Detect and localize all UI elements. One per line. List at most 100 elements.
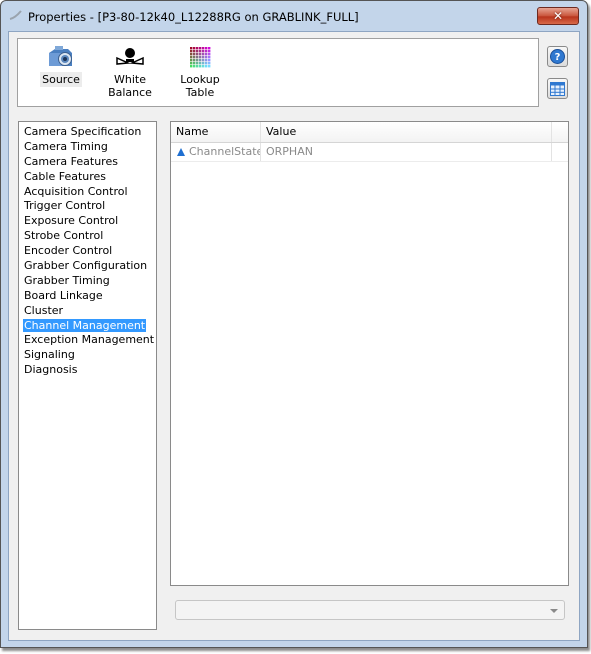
lut-cell <box>199 62 202 65</box>
category-item[interactable]: Exposure Control <box>19 214 156 229</box>
category-label: Camera Features <box>24 154 118 168</box>
lut-cell <box>205 47 208 50</box>
category-item[interactable]: Camera Specification <box>19 125 156 140</box>
lut-cell <box>196 62 199 65</box>
tool-label: Source <box>40 72 82 87</box>
lut-cell <box>208 59 211 62</box>
category-item[interactable]: Board Linkage <box>19 289 156 304</box>
value-combobox[interactable] <box>175 600 565 620</box>
category-item[interactable]: Grabber Timing <box>19 274 156 289</box>
category-label: Strobe Control <box>24 229 104 243</box>
category-item[interactable]: Grabber Configuration <box>19 259 156 274</box>
lut-cell <box>202 56 205 59</box>
properties-window: Properties - [P3-80-12k40_L12288RG on GR… <box>0 0 588 648</box>
column-header-value[interactable]: Value <box>261 122 552 142</box>
category-label: Exception Management <box>24 333 155 347</box>
close-icon: ✕ <box>552 9 564 23</box>
category-label: Cable Features <box>24 169 107 183</box>
help-button[interactable]: ? <box>547 46 568 67</box>
lut-cell <box>190 50 193 53</box>
category-label: Grabber Configuration <box>24 259 148 273</box>
lut-cell <box>193 50 196 53</box>
lut-cell <box>205 62 208 65</box>
lut-cell <box>193 62 196 65</box>
category-item[interactable]: Cluster <box>19 304 156 319</box>
category-label: Cluster <box>24 303 64 317</box>
category-item[interactable]: Encoder Control <box>19 244 156 259</box>
lut-cell <box>205 53 208 56</box>
table-row[interactable]: ChannelState ORPHAN <box>171 143 568 162</box>
column-header-name[interactable]: Name <box>171 122 261 142</box>
chevron-down-icon[interactable] <box>550 609 558 613</box>
lut-cell <box>202 47 205 50</box>
title-bar[interactable]: Properties - [P3-80-12k40_L12288RG on GR… <box>1 1 587 31</box>
lut-cell <box>208 65 211 68</box>
triangle-icon <box>177 148 185 156</box>
lut-cell <box>208 62 211 65</box>
lut-cell <box>199 47 202 50</box>
app-icon <box>9 10 22 20</box>
white-balance-icon <box>116 48 144 65</box>
lut-cell <box>202 59 205 62</box>
category-item[interactable]: Acquisition Control <box>19 185 156 200</box>
help-icon: ? <box>550 49 565 64</box>
tool-lookup-table[interactable]: Lookup Table <box>170 43 230 99</box>
lut-cell <box>205 50 208 53</box>
lut-cell <box>202 65 205 68</box>
lut-cell <box>190 56 193 59</box>
camera-icon <box>49 46 72 66</box>
tool-source[interactable]: Source <box>31 43 91 87</box>
table-icon <box>550 81 565 96</box>
window-title: Properties - [P3-80-12k40_L12288RG on GR… <box>28 10 359 24</box>
category-item[interactable]: Exception Management <box>19 333 156 348</box>
property-name: ChannelState <box>189 145 261 158</box>
lut-cell <box>196 50 199 53</box>
client-area: Source White Balance Lookup Table ? Came… <box>8 31 580 641</box>
lut-cell <box>196 47 199 50</box>
category-label: Camera Specification <box>24 125 142 138</box>
lut-cell <box>193 53 196 56</box>
lut-cell <box>193 65 196 68</box>
lut-cell <box>205 56 208 59</box>
category-item[interactable]: Cable Features <box>19 170 156 185</box>
lut-cell <box>199 53 202 56</box>
lut-cell <box>196 65 199 68</box>
tool-label: White Balance <box>108 73 152 99</box>
lut-cell <box>196 53 199 56</box>
close-button[interactable]: ✕ <box>537 7 579 25</box>
tool-white-balance[interactable]: White Balance <box>100 43 160 99</box>
lut-cell <box>202 50 205 53</box>
lut-cell <box>193 47 196 50</box>
category-label: Exposure Control <box>24 214 119 228</box>
lut-cell <box>208 56 211 59</box>
svg-text:?: ? <box>555 52 561 63</box>
category-item[interactable]: Signaling <box>19 348 156 363</box>
category-item[interactable]: Diagnosis <box>19 363 156 378</box>
category-item[interactable]: Camera Features <box>19 155 156 170</box>
table-view-button[interactable] <box>547 78 568 99</box>
property-value[interactable]: ORPHAN <box>261 143 552 161</box>
lut-cell <box>199 56 202 59</box>
category-label: Board Linkage <box>24 288 103 302</box>
category-item[interactable]: Channel Management <box>19 318 156 334</box>
lut-cell <box>190 59 193 62</box>
lut-cell <box>202 62 205 65</box>
property-table: Name Value ChannelState ORPHAN <box>170 121 569 586</box>
lut-cell <box>199 65 202 68</box>
category-label: Diagnosis <box>24 363 78 377</box>
category-label: Channel Management <box>23 318 147 332</box>
category-item[interactable]: Strobe Control <box>19 229 156 244</box>
toolbar: Source White Balance Lookup Table <box>17 38 539 107</box>
category-label: Encoder Control <box>24 244 113 258</box>
lut-cell <box>190 65 193 68</box>
category-item[interactable]: Camera Timing <box>19 140 156 155</box>
category-label: Signaling <box>24 348 75 362</box>
lut-cell <box>193 59 196 62</box>
lut-cell <box>199 59 202 62</box>
lut-cell <box>205 59 208 62</box>
category-item[interactable]: Trigger Control <box>19 199 156 214</box>
lut-cell <box>199 50 202 53</box>
table-header: Name Value <box>171 122 568 143</box>
lut-cell <box>208 47 211 50</box>
category-list[interactable]: Camera Specification Camera Timing Camera … <box>18 121 157 630</box>
